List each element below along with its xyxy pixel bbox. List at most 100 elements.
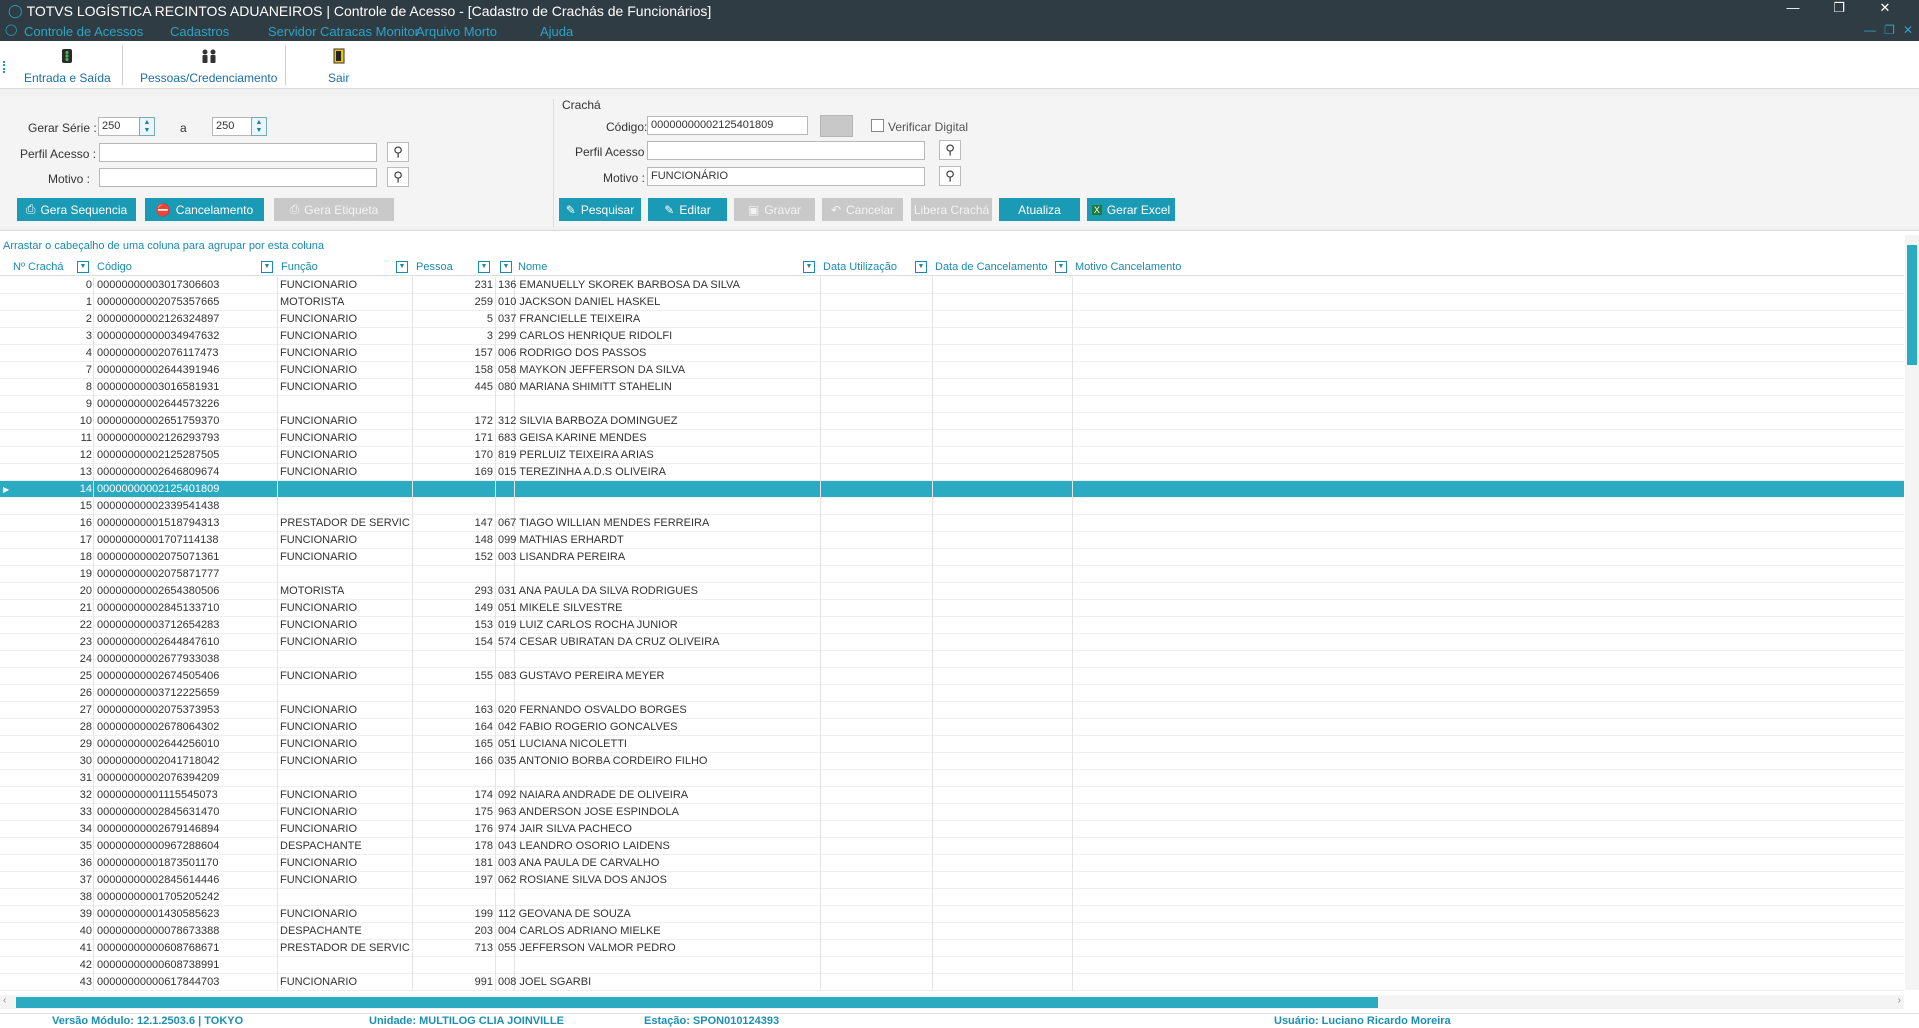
col-header-ncracha[interactable]: Nº Crachá	[10, 259, 63, 276]
filter-icon[interactable]: ▼	[915, 261, 927, 273]
menu-servidor-catracas[interactable]: Servidor Catracas Monitor	[268, 24, 419, 39]
table-row[interactable]: 9 00000000002644573226	[0, 396, 1904, 413]
perfil-acesso-input[interactable]	[99, 143, 377, 162]
filter-icon[interactable]: ▼	[500, 261, 512, 273]
col-header-nome[interactable]: Nome	[515, 259, 547, 276]
atualiza-button[interactable]: Atualiza	[999, 198, 1080, 221]
table-row[interactable]: 16 00000000001518794313 PRESTADOR DE SERVI…	[0, 515, 1904, 532]
serie-to-input[interactable]: 250	[212, 117, 252, 136]
menu-ajuda[interactable]: Ajuda	[540, 24, 573, 39]
serie-from-input[interactable]: 250	[98, 117, 140, 136]
table-row[interactable]: 36 00000000001873501170 FUNCIONARIO 181 003 …	[0, 855, 1904, 872]
filter-icon[interactable]: ▼	[396, 261, 408, 273]
table-row[interactable]: 39 00000000001430585623 FUNCIONARIO 199 112 …	[0, 906, 1904, 923]
table-row[interactable]: 21 00000000002845133710 FUNCIONARIO 149 051 …	[0, 600, 1904, 617]
table-row[interactable]: 0 00000000003017306603 FUNCIONARIO 231 136 E…	[0, 277, 1904, 294]
table-row[interactable]: 18 00000000002075071361 FUNCIONARIO 152 003 …	[0, 549, 1904, 566]
col-header-codigo[interactable]: Código	[94, 259, 132, 276]
menu-cadastros[interactable]: Cadastros	[170, 24, 229, 39]
table-row[interactable]: 4 00000000002076117473 FUNCIONARIO 157 006 R…	[0, 345, 1904, 362]
vertical-scroll-thumb[interactable]	[1907, 245, 1917, 365]
table-row[interactable]: 24 00000000002677933038	[0, 651, 1904, 668]
pesquisar-button[interactable]: ✎ Pesquisar	[559, 198, 641, 221]
col-header-data-cancelamento[interactable]: Data de Cancelamento	[932, 259, 1048, 276]
close-button[interactable]: ✕	[1862, 0, 1908, 16]
scroll-right-arrow-icon[interactable]: ›	[1898, 995, 1901, 1006]
verificar-digital-checkbox[interactable]	[871, 119, 884, 132]
entrada-saida-button[interactable]: Entrada e Saída	[24, 47, 111, 85]
col-header-motivo-cancelamento[interactable]: Motivo Cancelamento	[1072, 259, 1181, 276]
table-row[interactable]: 11 00000000002126293793 FUNCIONARIO 171 683 …	[0, 430, 1904, 447]
table-row[interactable]: 27 00000000002075373953 FUNCIONARIO 163 020 …	[0, 702, 1904, 719]
horizontal-scroll-thumb[interactable]	[16, 997, 1378, 1008]
serie-to-spinner[interactable]: ▲ ▼	[251, 117, 267, 136]
mdi-restore-button[interactable]: ❐	[1884, 23, 1895, 37]
libera-cracha-button[interactable]: Libera Crachá	[911, 198, 992, 221]
cancelamento-button[interactable]: ⛔ Cancelamento	[145, 198, 264, 221]
cracha-perfil-input[interactable]	[647, 141, 925, 160]
filter-icon[interactable]: ▼	[261, 261, 273, 273]
table-row[interactable]: 30 00000000002041718042 FUNCIONARIO 166 035 …	[0, 753, 1904, 770]
table-row[interactable]: 32 00000000001115545073 FUNCIONARIO 174 092 …	[0, 787, 1904, 804]
table-row[interactable]: 19 00000000002075871777	[0, 566, 1904, 583]
maximize-button[interactable]: ❐	[1816, 0, 1862, 16]
table-row[interactable]: 3 00000000000034947632 FUNCIONARIO 3 299 CAR…	[0, 328, 1904, 345]
motivo-search-button[interactable]: ⚲	[387, 167, 409, 187]
table-row[interactable]: 15 00000000002339541438	[0, 498, 1904, 515]
table-row[interactable]: 35 00000000000967288604 DESPACHANTE 178 043 …	[0, 838, 1904, 855]
table-row[interactable]: 33 00000000002845631470 FUNCIONARIO 175 963 …	[0, 804, 1904, 821]
cracha-motivo-search-button[interactable]: ⚲	[939, 166, 961, 186]
col-header-pessoa[interactable]: Pessoa	[413, 259, 453, 276]
filter-icon[interactable]: ▼	[1055, 261, 1067, 273]
vertical-scrollbar[interactable]	[1905, 235, 1919, 990]
scroll-left-arrow-icon[interactable]: ‹	[3, 995, 6, 1006]
cracha-motivo-input[interactable]: FUNCIONÁRIO	[647, 167, 925, 186]
table-row[interactable]: 13 00000000002646809674 FUNCIONARIO 169 015 …	[0, 464, 1904, 481]
table-row[interactable]: 34 00000000002679146894 FUNCIONARIO 176 974 …	[0, 821, 1904, 838]
table-row[interactable]: 41 00000000000608768671 PRESTADOR DE SERVI…	[0, 940, 1904, 957]
table-row[interactable]: 28 00000000002678064302 FUNCIONARIO 164 042 …	[0, 719, 1904, 736]
gera-sequencia-button[interactable]: ⎙ Gera Sequencia	[17, 198, 136, 221]
pessoas-credenciamento-button[interactable]: Pessoas/Credenciamento	[140, 47, 277, 85]
table-row[interactable]: 8 00000000003016581931 FUNCIONARIO 445 080 M…	[0, 379, 1904, 396]
col-header-data-utilizacao[interactable]: Data Utilização	[820, 259, 897, 276]
col-header-funcao[interactable]: Função	[278, 259, 318, 276]
gravar-button[interactable]: ▣ Gravar	[734, 198, 815, 221]
table-row[interactable]: 26 00000000003712225659	[0, 685, 1904, 702]
table-row[interactable]: ▶ 14 00000000002125401809	[0, 481, 1904, 498]
table-row[interactable]: 22 00000000003712654283 FUNCIONARIO 153 019 …	[0, 617, 1904, 634]
editar-button[interactable]: ✎ Editar	[648, 198, 727, 221]
table-row[interactable]: 12 00000000002125287505 FUNCIONARIO 170 819 …	[0, 447, 1904, 464]
mdi-close-button[interactable]: ✕	[1903, 23, 1913, 37]
table-row[interactable]: 25 00000000002674505406 FUNCIONARIO 155 083 …	[0, 668, 1904, 685]
menu-controle-acessos[interactable]: Controle de Acessos	[24, 24, 143, 39]
gera-etiqueta-button[interactable]: ⎙ Gera Etiqueta	[274, 198, 394, 221]
minimize-button[interactable]: —	[1770, 0, 1816, 16]
table-row[interactable]: 38 00000000001705205242	[0, 889, 1904, 906]
table-row[interactable]: 43 00000000000617844703 FUNCIONARIO 991 008 …	[0, 974, 1904, 991]
horizontal-scrollbar[interactable]: ‹ ›	[0, 995, 1904, 1009]
mdi-minimize-button[interactable]: —	[1864, 23, 1876, 37]
table-row[interactable]: 1 00000000002075357665 MOTORISTA 259 010 JAC…	[0, 294, 1904, 311]
table-row[interactable]: 37 00000000002845614446 FUNCIONARIO 197 062 …	[0, 872, 1904, 889]
table-row[interactable]: 29 00000000002644256010 FUNCIONARIO 165 051 …	[0, 736, 1904, 753]
table-row[interactable]: 23 00000000002644847610 FUNCIONARIO 154 574 …	[0, 634, 1904, 651]
filter-icon[interactable]: ▼	[803, 261, 815, 273]
cancelar-button[interactable]: ↶ Cancelar	[822, 198, 903, 221]
gerar-excel-button[interactable]: X Gerar Excel	[1087, 198, 1175, 221]
codigo-input[interactable]: 00000000002125401809	[647, 116, 808, 135]
table-row[interactable]: 40 00000000000078673388 DESPACHANTE 203 004 …	[0, 923, 1904, 940]
cracha-perfil-search-button[interactable]: ⚲	[939, 140, 961, 160]
perfil-search-button[interactable]: ⚲	[387, 142, 409, 162]
table-row[interactable]: 10 00000000002651759370 FUNCIONARIO 172 312 …	[0, 413, 1904, 430]
table-row[interactable]: 42 00000000000608738991	[0, 957, 1904, 974]
filter-icon[interactable]: ▼	[478, 261, 490, 273]
menu-arquivo-morto[interactable]: Arquivo Morto	[416, 24, 497, 39]
sair-button[interactable]: Sair	[328, 47, 349, 85]
serie-from-spinner[interactable]: ▲ ▼	[139, 117, 155, 136]
table-row[interactable]: 20 00000000002654380506 MOTORISTA 293 031 AN…	[0, 583, 1904, 600]
table-row[interactable]: 2 00000000002126324897 FUNCIONARIO 5 037 FRA…	[0, 311, 1904, 328]
table-row[interactable]: 7 00000000002644391946 FUNCIONARIO 158 058 M…	[0, 362, 1904, 379]
codigo-action-button[interactable]	[820, 115, 853, 137]
filter-icon[interactable]: ▼	[77, 261, 89, 273]
